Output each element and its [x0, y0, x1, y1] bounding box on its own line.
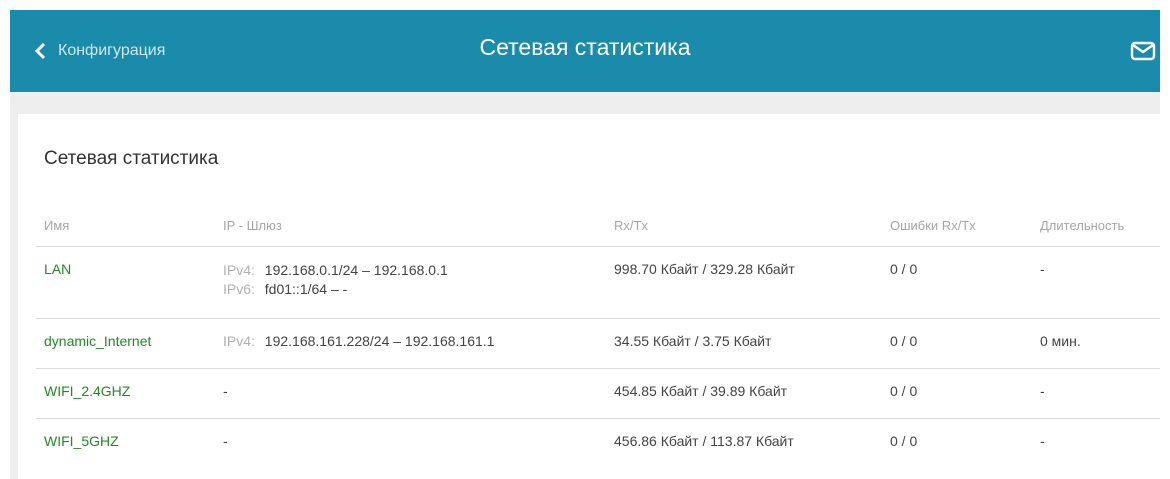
ip-gateway-cell: -	[215, 418, 606, 469]
app-frame: Конфигурация Сетевая статистика Сетевая …	[10, 10, 1160, 479]
ip-gateway-cell: IPv4: 192.168.161.228/24 – 192.168.161.1	[215, 318, 606, 369]
errors-cell: 0 / 0	[882, 246, 1032, 319]
errors-cell: 0 / 0	[882, 318, 1032, 369]
errors-cell: 0 / 0	[882, 368, 1032, 419]
rxtx-cell: 456.86 Кбайт / 113.87 Кбайт	[606, 418, 882, 469]
ipv4-label: IPv4:	[223, 333, 255, 349]
header-bar: Конфигурация Сетевая статистика	[10, 10, 1160, 92]
errors-cell: 0 / 0	[882, 418, 1032, 469]
column-duration: Длительность	[1040, 217, 1125, 233]
statistics-table: Имя IP - Шлюз Rx/Tx Ошибки Rx/Tx Длитель…	[36, 204, 1160, 469]
table-row[interactable]: WIFI_2.4GHZ - 454.85 Кбайт / 39.89 Кбайт…	[36, 368, 1160, 419]
interface-name[interactable]: WIFI_2.4GHZ	[36, 368, 215, 419]
duration-cell: 0 мин.	[1032, 318, 1160, 369]
statistics-card: Сетевая статистика Имя IP - Шлюз Rx/Tx О…	[18, 114, 1160, 479]
interface-name[interactable]: WIFI_5GHZ	[36, 418, 215, 469]
table-row[interactable]: dynamic_Internet IPv4: 192.168.161.228/2…	[36, 318, 1160, 369]
column-rxtx: Rx/Tx	[614, 217, 648, 233]
ipv6-label: IPv6:	[223, 281, 255, 297]
column-ip-gateway: IP - Шлюз	[223, 217, 282, 233]
rxtx-cell: 34.55 Кбайт / 3.75 Кбайт	[606, 318, 882, 369]
interface-name[interactable]: dynamic_Internet	[36, 318, 215, 369]
ip-gateway-cell: IPv4: 192.168.0.1/24 – 192.168.0.1 IPv6:…	[215, 246, 606, 319]
page-title: Сетевая статистика	[479, 34, 691, 60]
ipv4-label: IPv4:	[223, 262, 255, 278]
table-header-row: Имя IP - Шлюз Rx/Tx Ошибки Rx/Tx Длитель…	[36, 204, 1160, 247]
duration-cell: -	[1032, 246, 1160, 319]
ipv6-value: fd01::1/64 – -	[264, 281, 348, 297]
mail-icon[interactable]	[1130, 40, 1156, 62]
column-errors: Ошибки Rx/Tx	[890, 217, 976, 233]
column-name: Имя	[44, 217, 70, 233]
ip-gateway-cell: -	[215, 368, 606, 419]
duration-cell: -	[1032, 368, 1160, 419]
card-title: Сетевая статистика	[44, 148, 219, 169]
ipv4-value: 192.168.161.228/24 – 192.168.161.1	[264, 333, 495, 349]
rxtx-cell: 998.70 Кбайт / 329.28 Кбайт	[606, 246, 882, 319]
duration-cell: -	[1032, 418, 1160, 469]
table-row[interactable]: WIFI_5GHZ - 456.86 Кбайт / 113.87 Кбайт …	[36, 418, 1160, 469]
interface-name[interactable]: LAN	[36, 246, 215, 319]
table-row[interactable]: LAN IPv4: 192.168.0.1/24 – 192.168.0.1 I…	[36, 246, 1160, 319]
ipv4-value: 192.168.0.1/24 – 192.168.0.1	[264, 262, 448, 278]
rxtx-cell: 454.85 Кбайт / 39.89 Кбайт	[606, 368, 882, 419]
